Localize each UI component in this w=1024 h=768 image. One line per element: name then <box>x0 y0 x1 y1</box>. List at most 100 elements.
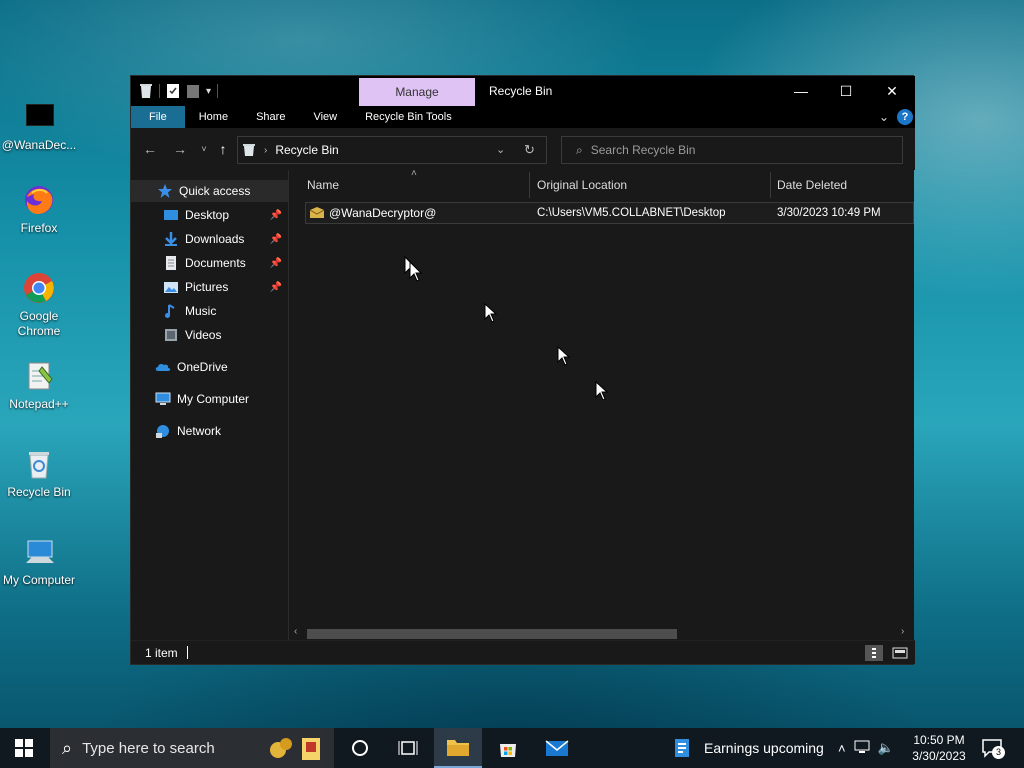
show-hidden-icons[interactable]: ˄ <box>838 741 846 756</box>
nav-my-computer-label: My Computer <box>177 392 250 406</box>
download-icon <box>163 231 179 247</box>
address-bar[interactable]: › Recycle Bin ⌄ ↻ <box>237 136 547 164</box>
nav-item-pictures[interactable]: Pictures 📌 <box>131 276 288 298</box>
scroll-left-icon[interactable]: ‹ <box>294 626 297 637</box>
desktop-icon-notepadpp[interactable]: Notepad++ <box>0 359 78 412</box>
desktop-icon-chrome[interactable]: Google Chrome <box>0 271 78 339</box>
folder-icon <box>447 740 469 756</box>
nav-item-videos[interactable]: Videos <box>131 324 288 346</box>
firefox-icon <box>22 183 56 217</box>
minimize-button[interactable]: — <box>778 76 824 106</box>
horizontal-scrollbar[interactable]: ‹ › <box>289 626 914 640</box>
tab-home[interactable]: Home <box>185 106 242 128</box>
tab-view[interactable]: View <box>299 106 351 128</box>
new-folder-icon[interactable] <box>186 83 200 99</box>
nav-item-label: Videos <box>185 328 222 342</box>
nav-item-downloads[interactable]: Downloads 📌 <box>131 228 288 250</box>
task-view-button[interactable] <box>384 728 432 768</box>
music-icon <box>163 303 179 319</box>
clock[interactable]: 10:50 PM 3/30/2023 <box>900 732 978 764</box>
recycle-bin-small-icon <box>242 143 256 157</box>
maximize-button[interactable]: ☐ <box>823 76 869 106</box>
pin-icon: 📌 <box>269 209 282 221</box>
nav-quick-access[interactable]: Quick access <box>131 180 288 202</box>
document-icon <box>163 255 179 271</box>
store-icon <box>500 744 516 757</box>
file-explorer-taskbar-button[interactable] <box>434 728 482 768</box>
mouse-cursor-icon <box>484 302 498 323</box>
expand-ribbon-icon[interactable]: ⌄ <box>879 110 889 124</box>
action-center-button[interactable]: 3 <box>980 736 1006 760</box>
tab-share[interactable]: Share <box>242 106 299 128</box>
help-icon[interactable]: ? <box>897 109 913 125</box>
window-title: Recycle Bin <box>489 84 553 98</box>
large-icons-view-button[interactable] <box>891 645 909 661</box>
nav-network[interactable]: Network <box>131 420 288 442</box>
nav-item-label: Pictures <box>185 280 229 294</box>
table-row[interactable]: @WanaDecryptor@ C:\Users\VM5.COLLABNET\D… <box>305 202 914 224</box>
search-highlight-icon <box>264 734 326 762</box>
nav-onedrive[interactable]: OneDrive <box>131 356 288 378</box>
recent-locations-button[interactable]: ˅ <box>195 140 213 158</box>
nav-item-music[interactable]: Music <box>131 300 288 322</box>
address-path[interactable]: Recycle Bin <box>275 143 338 157</box>
desktop-icon-label: Firefox <box>20 221 58 235</box>
status-separator <box>187 646 188 659</box>
wana-decryptor-icon <box>22 100 56 134</box>
large-icons-view-icon <box>892 647 908 659</box>
clock-time: 10:50 PM <box>913 733 965 747</box>
taskbar: ⌕ Earnings upcoming ˄ 🔈 10:50 PM 3/30/20… <box>0 728 1024 768</box>
address-dropdown-icon[interactable]: ⌄ <box>496 143 505 156</box>
item-count: 1 item <box>145 646 178 660</box>
nav-item-documents[interactable]: Documents 📌 <box>131 252 288 274</box>
volume-icon[interactable]: 🔈 <box>878 740 894 756</box>
navigation-bar: ← → ˅ ↑ › Recycle Bin ⌄ ↻ ⌕ <box>131 128 915 170</box>
windows-logo-icon <box>15 739 33 757</box>
column-separator[interactable] <box>770 172 771 198</box>
mouse-cursor-icon <box>404 255 423 282</box>
back-button[interactable]: ← <box>141 140 159 158</box>
forward-button[interactable]: → <box>171 140 189 158</box>
tab-file[interactable]: File <box>131 106 185 128</box>
taskbar-search-input[interactable] <box>82 739 283 757</box>
nav-my-computer[interactable]: My Computer <box>131 388 288 410</box>
tab-recycle-bin-tools[interactable]: Recycle Bin Tools <box>351 106 466 128</box>
network-status-icon[interactable] <box>854 740 870 757</box>
search-box[interactable]: ⌕ <box>561 136 903 164</box>
desktop-icon-my-computer[interactable]: My Computer <box>0 535 78 588</box>
column-separator[interactable] <box>529 172 530 198</box>
pin-icon: 📌 <box>269 233 282 245</box>
nav-onedrive-label: OneDrive <box>177 360 228 374</box>
column-header-date-deleted[interactable]: Date Deleted <box>777 170 913 200</box>
file-list: ˄ Name Original Location Date Deleted @W… <box>289 168 914 640</box>
refresh-icon[interactable]: ↻ <box>524 142 535 158</box>
close-button[interactable]: ✕ <box>869 76 915 106</box>
navigation-pane: Quick access Desktop 📌 Downloads 📌 Docum… <box>131 170 288 640</box>
title-bar[interactable]: ▾ Manage Recycle Bin — ☐ ✕ <box>131 76 915 106</box>
start-button[interactable] <box>0 728 48 768</box>
desktop-icon-firefox[interactable]: Firefox <box>0 183 78 236</box>
nav-item-label: Downloads <box>185 232 245 246</box>
mail-button[interactable] <box>533 728 581 768</box>
details-view-button[interactable] <box>865 645 883 661</box>
customize-toolbar-icon[interactable]: ▾ <box>206 86 211 97</box>
desktop-icon-wanadecryptor[interactable]: @WanaDec... <box>0 100 78 153</box>
column-header-original-location[interactable]: Original Location <box>537 170 769 200</box>
toolbar-separator <box>217 84 219 98</box>
properties-icon[interactable] <box>166 83 180 99</box>
scroll-right-icon[interactable]: › <box>901 626 904 637</box>
cloud-icon <box>155 359 171 375</box>
cortana-button[interactable] <box>336 728 384 768</box>
news-widget[interactable]: Earnings upcoming <box>672 728 824 768</box>
search-input[interactable] <box>590 143 871 157</box>
microsoft-store-button[interactable] <box>484 728 532 768</box>
taskbar-search[interactable]: ⌕ <box>50 728 334 768</box>
desktop-folder-icon <box>163 207 179 223</box>
desktop-icon-recycle-bin[interactable]: Recycle Bin <box>0 447 78 500</box>
up-button[interactable]: ↑ <box>214 140 232 158</box>
manage-tab[interactable]: Manage <box>359 78 475 106</box>
toolbar-separator <box>159 84 160 98</box>
scrollbar-thumb[interactable] <box>307 629 677 639</box>
nav-item-desktop[interactable]: Desktop 📌 <box>131 204 288 226</box>
column-header-name[interactable]: Name <box>307 170 529 200</box>
